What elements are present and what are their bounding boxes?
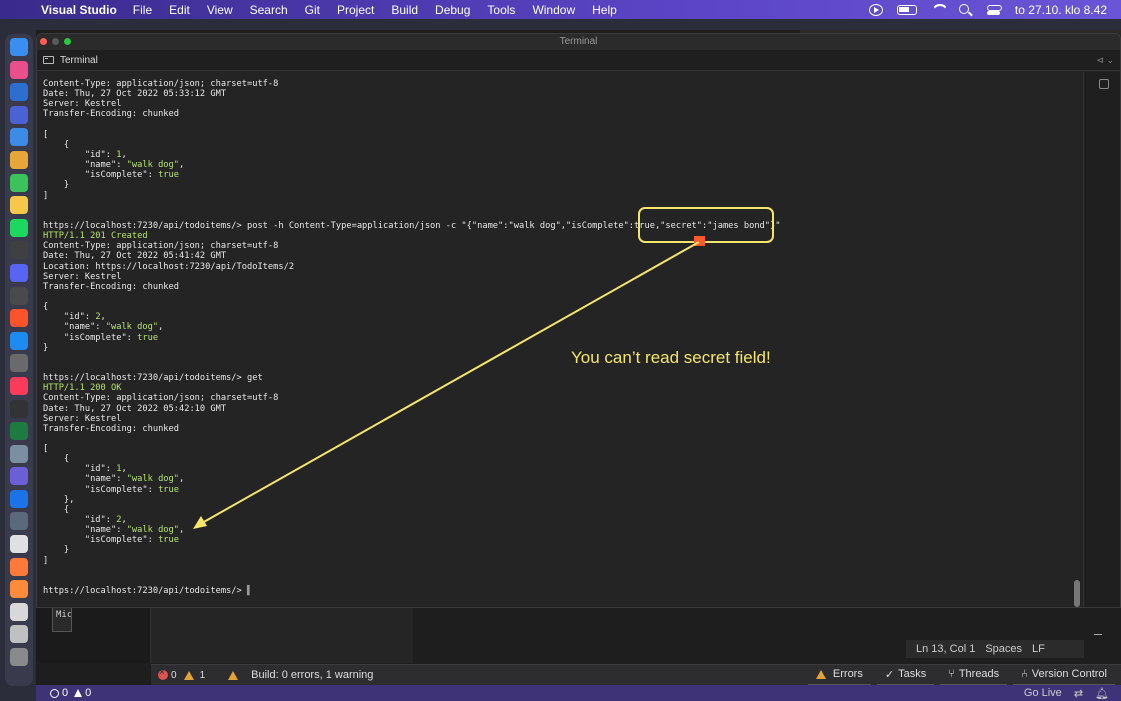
annotation-arrow: [193, 241, 700, 529]
annotation-text: You can’t read secret field!: [571, 348, 771, 367]
